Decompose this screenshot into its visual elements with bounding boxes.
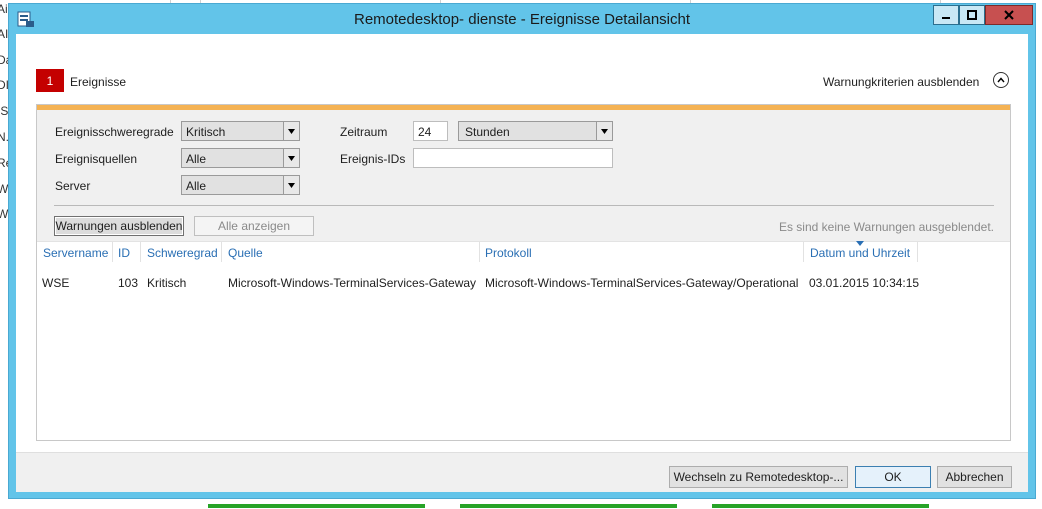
maximize-button[interactable] xyxy=(959,5,985,25)
background-progress-bar xyxy=(712,504,929,508)
server-label: Server xyxy=(55,179,91,193)
close-button[interactable] xyxy=(985,5,1033,25)
switch-to-remotedesktop-button[interactable]: Wechseln zu Remotedesktop-... xyxy=(669,466,848,488)
background-text: Da xyxy=(0,53,8,67)
column-divider xyxy=(479,242,480,262)
close-icon xyxy=(1004,10,1014,20)
column-divider xyxy=(221,242,222,262)
dropdown-arrow-icon xyxy=(283,122,299,140)
column-header-datetime[interactable]: Datum und Uhrzeit xyxy=(810,246,910,260)
dialog-content: 1 Ereignisse Warnungkriterien ausblenden… xyxy=(16,34,1028,492)
background-progress-bar xyxy=(460,504,677,508)
column-header-id[interactable]: ID xyxy=(118,246,130,260)
column-divider xyxy=(140,242,141,262)
background-text: W xyxy=(0,207,8,221)
dropdown-arrow-icon xyxy=(283,176,299,194)
period-unit-dropdown[interactable]: Stunden xyxy=(458,121,613,141)
event-detail-dialog: Remotedesktop- dienste - Ereignisse Deta… xyxy=(8,3,1036,499)
server-value: Alle xyxy=(186,179,207,193)
window-title: Remotedesktop- dienste - Ereignisse Deta… xyxy=(354,11,690,28)
criteria-area: Ereignisschweregrade Kritisch Ereignisqu… xyxy=(37,110,1010,241)
hide-criteria-link[interactable]: Warnungkriterien ausblenden xyxy=(823,75,979,89)
column-divider xyxy=(803,242,804,262)
show-all-button[interactable]: Alle anzeigen xyxy=(194,216,314,236)
event-count-badge: 1 xyxy=(36,69,64,92)
criteria-separator xyxy=(54,205,994,206)
period-input[interactable]: 24 xyxy=(413,121,448,141)
hidden-warnings-hint: Es sind keine Warnungen ausgeblendet. xyxy=(778,220,994,234)
events-label: Ereignisse xyxy=(70,75,127,89)
dialog-footer: Wechseln zu Remotedesktop-... OK Abbrech… xyxy=(16,452,1028,492)
column-header-log[interactable]: Protokoll xyxy=(485,246,532,260)
period-value: 24 xyxy=(418,125,432,139)
cancel-button[interactable]: Abbrechen xyxy=(937,466,1012,488)
dropdown-arrow-icon xyxy=(596,122,612,140)
background-text: IS xyxy=(0,104,8,118)
period-unit-value: Stunden xyxy=(465,125,510,139)
cell-id: 103 xyxy=(118,276,139,290)
event-ids-input[interactable] xyxy=(413,148,613,168)
background-text: W xyxy=(0,182,8,196)
column-header-servername[interactable]: Servername xyxy=(43,246,108,260)
background-window-right xyxy=(1036,0,1042,509)
background-text: Ai xyxy=(0,2,8,16)
cell-log: Microsoft-Windows-TerminalServices-Gatew… xyxy=(485,276,799,290)
criteria-panel: Ereignisschweregrade Kritisch Ereignisqu… xyxy=(36,104,1011,441)
severity-dropdown[interactable]: Kritisch xyxy=(181,121,300,141)
column-divider xyxy=(112,242,113,262)
background-text: DI xyxy=(0,78,8,92)
background-window-left: Ai AI Da DI IS N. Re W W xyxy=(0,0,8,509)
event-ids-label: Ereignis-IDs xyxy=(340,152,406,166)
server-dropdown[interactable]: Alle xyxy=(181,175,300,195)
column-header-severity[interactable]: Schweregrad xyxy=(147,246,218,260)
cell-source: Microsoft-Windows-TerminalServices-Gatew… xyxy=(228,276,477,290)
maximize-icon xyxy=(967,10,977,20)
chevron-up-circle-icon[interactable] xyxy=(993,72,1009,88)
minimize-icon xyxy=(942,17,950,19)
column-divider xyxy=(917,242,918,262)
minimize-button[interactable] xyxy=(933,5,959,25)
title-bar[interactable]: Remotedesktop- dienste - Ereignisse Deta… xyxy=(9,4,1035,34)
column-header-source[interactable]: Quelle xyxy=(228,246,263,260)
severity-value: Kritisch xyxy=(186,125,226,139)
cell-severity: Kritisch xyxy=(147,276,187,290)
period-label: Zeitraum xyxy=(340,125,388,139)
hide-warnings-button[interactable]: Warnungen ausblenden xyxy=(54,216,184,236)
severity-label: Ereignisschweregrade xyxy=(55,125,174,139)
background-text: N. xyxy=(0,130,8,144)
sources-value: Alle xyxy=(186,152,207,166)
ok-button[interactable]: OK xyxy=(855,466,931,488)
background-text: Re xyxy=(0,156,8,170)
cell-datetime: 03.01.2015 10:34:15 xyxy=(809,276,920,290)
table-header: Servername ID Schweregrad Quelle Protoko… xyxy=(37,241,1010,264)
dropdown-arrow-icon xyxy=(283,149,299,167)
background-text: AI xyxy=(0,27,8,41)
cell-servername: WSE xyxy=(42,276,70,290)
chevron-up-icon xyxy=(997,77,1005,83)
background-progress-bar xyxy=(208,504,425,508)
sources-label: Ereignisquellen xyxy=(55,152,138,166)
sources-dropdown[interactable]: Alle xyxy=(181,148,300,168)
